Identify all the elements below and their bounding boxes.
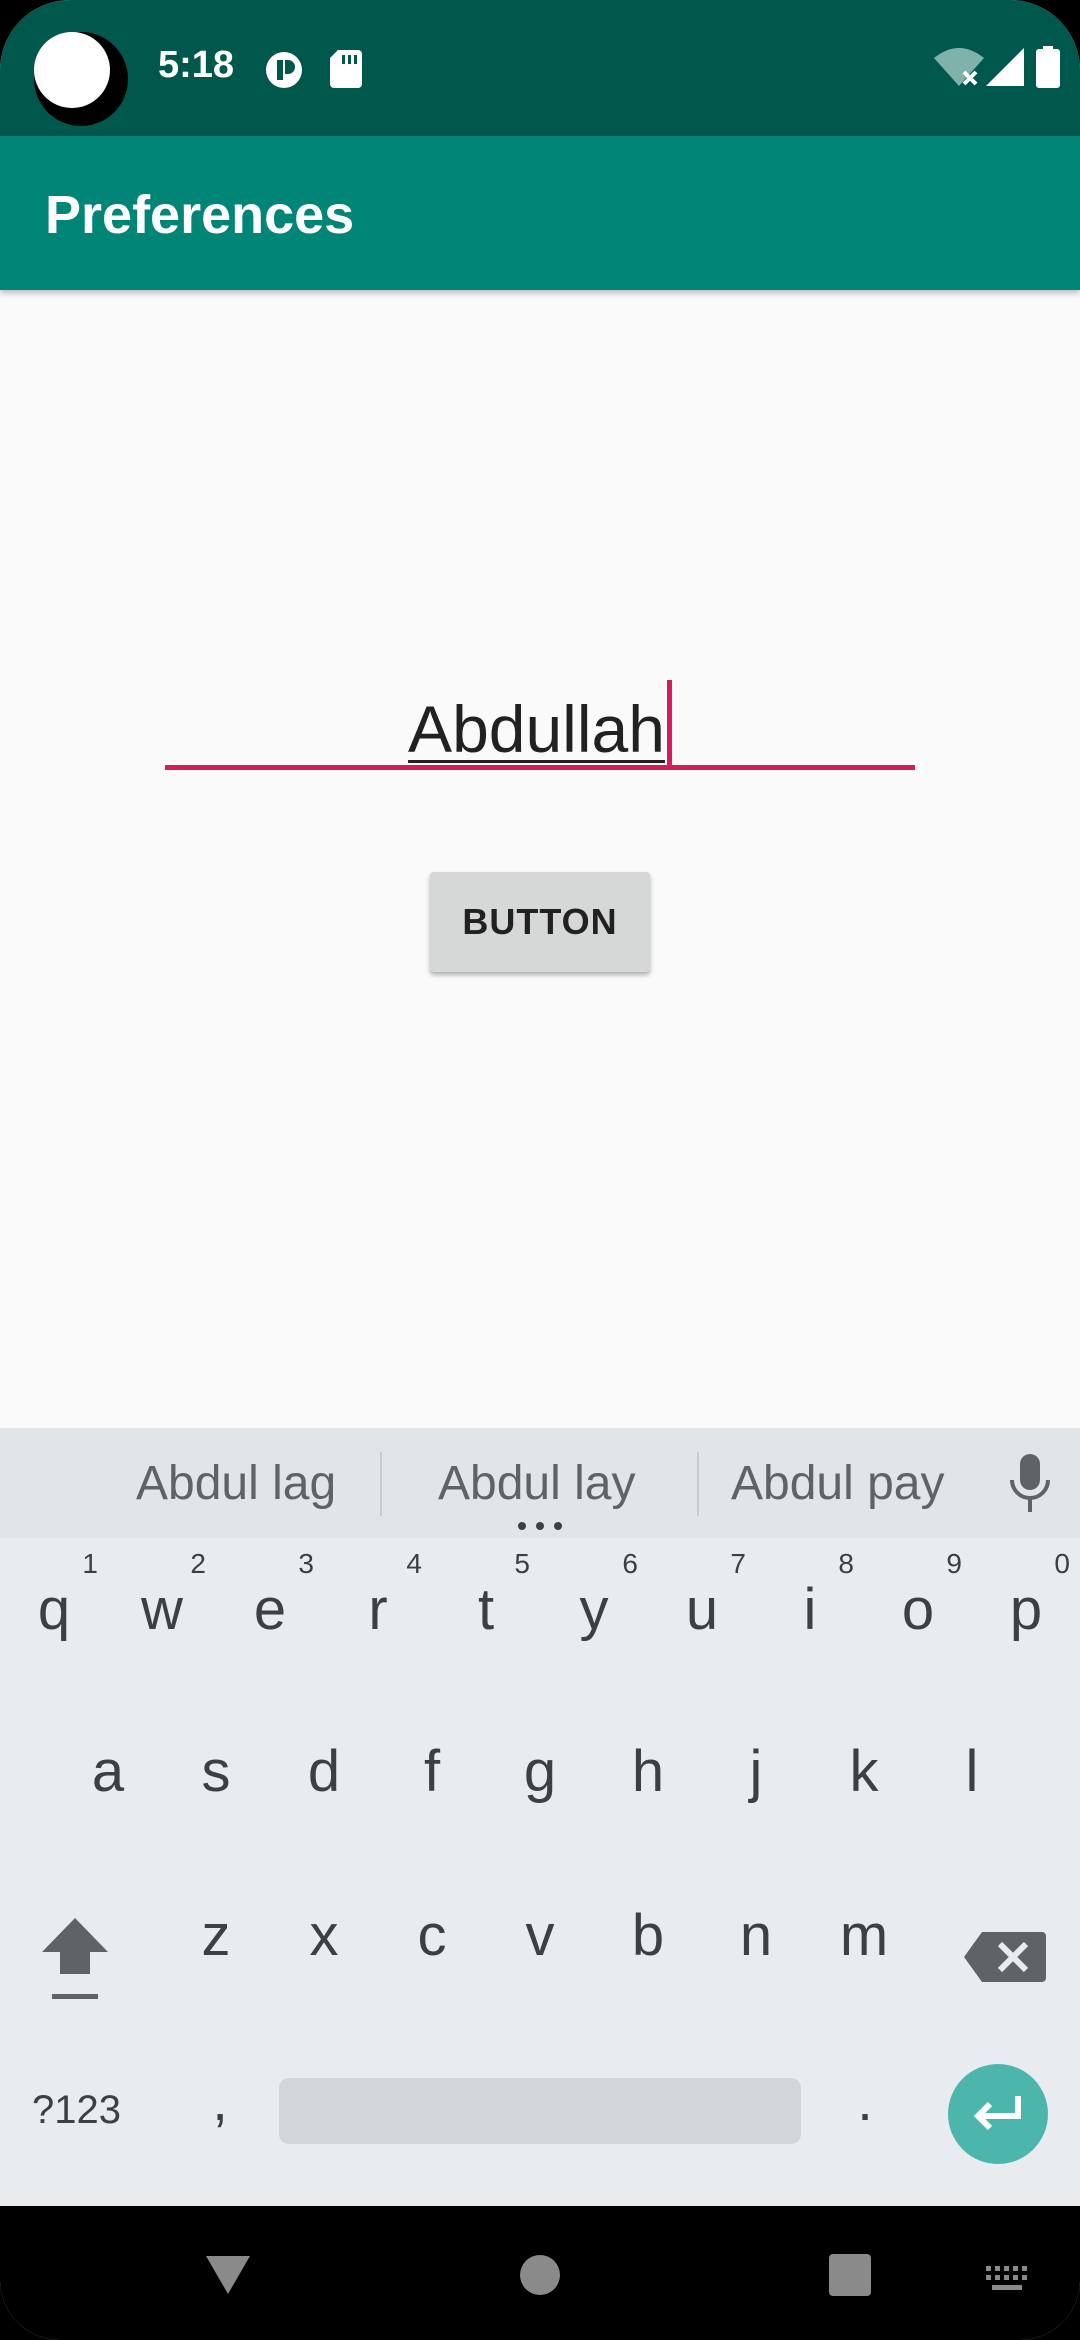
suggestion-item[interactable]: Abdul pay bbox=[731, 1456, 945, 1511]
suggestion-strip: Abdul lag Abdul lay Abdul pay bbox=[0, 1428, 1080, 1538]
microphone-icon[interactable] bbox=[1008, 1454, 1052, 1514]
key-r[interactable]: r4 bbox=[324, 1538, 432, 1688]
suggestion-divider bbox=[697, 1452, 699, 1516]
notification-app-icon bbox=[266, 52, 302, 88]
key-j[interactable]: j bbox=[702, 1700, 810, 1850]
key-y[interactable]: y6 bbox=[540, 1538, 648, 1688]
name-input-text[interactable]: Abdullah bbox=[165, 680, 915, 768]
key-x[interactable]: x bbox=[270, 1864, 378, 2014]
period-key[interactable]: . bbox=[845, 2068, 885, 2133]
key-g[interactable]: g bbox=[486, 1700, 594, 1850]
submit-button[interactable]: BUTTON bbox=[430, 872, 650, 972]
soft-keyboard: Abdul lag Abdul lay Abdul pay q1 w2 e3 r… bbox=[0, 1428, 1080, 2206]
key-v[interactable]: v bbox=[486, 1864, 594, 2014]
navigation-bar bbox=[0, 2206, 1080, 2340]
key-h[interactable]: h bbox=[594, 1700, 702, 1850]
key-e[interactable]: e3 bbox=[216, 1538, 324, 1688]
page-title: Preferences bbox=[45, 185, 355, 245]
wifi-no-internet-icon bbox=[934, 48, 984, 86]
recents-icon[interactable] bbox=[829, 2254, 871, 2296]
key-l[interactable]: l bbox=[918, 1700, 1026, 1850]
key-s[interactable]: s bbox=[162, 1700, 270, 1850]
more-suggestions-icon[interactable] bbox=[518, 1522, 562, 1530]
app-bar: Preferences bbox=[0, 136, 1080, 290]
name-input-value: Abdullah bbox=[408, 692, 665, 766]
suggestion-item[interactable]: Abdul lag bbox=[136, 1456, 336, 1511]
key-a[interactable]: a bbox=[54, 1700, 162, 1850]
key-b[interactable]: b bbox=[594, 1864, 702, 2014]
shift-icon bbox=[42, 1918, 108, 1999]
text-cursor bbox=[666, 680, 672, 768]
key-p[interactable]: p0 bbox=[972, 1538, 1080, 1688]
keyboard-switcher-icon[interactable] bbox=[984, 2264, 1030, 2294]
enter-icon bbox=[973, 2096, 1021, 2131]
symbols-key[interactable]: ?123 bbox=[32, 2088, 121, 2133]
space-bar[interactable] bbox=[279, 2078, 801, 2144]
key-f[interactable]: f bbox=[378, 1700, 486, 1850]
battery-icon bbox=[1036, 46, 1060, 88]
key-k[interactable]: k bbox=[810, 1700, 918, 1850]
key-u[interactable]: u7 bbox=[648, 1538, 756, 1688]
camera-lens bbox=[34, 32, 110, 108]
key-n[interactable]: n bbox=[702, 1864, 810, 2014]
key-o[interactable]: o9 bbox=[864, 1538, 972, 1688]
key-z[interactable]: z bbox=[162, 1864, 270, 2014]
input-underline bbox=[165, 765, 915, 770]
backspace-icon bbox=[964, 1932, 1046, 1982]
enter-key[interactable] bbox=[948, 2064, 1048, 2164]
sd-card-icon bbox=[330, 50, 362, 88]
name-input[interactable]: Abdullah bbox=[165, 670, 915, 770]
key-q[interactable]: q1 bbox=[0, 1538, 108, 1688]
back-icon[interactable] bbox=[204, 2254, 252, 2296]
cell-signal-icon bbox=[986, 48, 1024, 86]
phone-screen: 5:18 Preferences Abdullah BUTTON Abdul l… bbox=[0, 0, 1080, 2340]
key-w[interactable]: w2 bbox=[108, 1538, 216, 1688]
suggestion-item[interactable]: Abdul lay bbox=[438, 1456, 635, 1511]
delete-key[interactable] bbox=[960, 1908, 1050, 2028]
home-icon[interactable] bbox=[519, 2254, 561, 2296]
comma-key[interactable]: , bbox=[200, 2068, 240, 2133]
status-time: 5:18 bbox=[158, 44, 235, 86]
suggestion-divider bbox=[380, 1452, 382, 1516]
key-d[interactable]: d bbox=[270, 1700, 378, 1850]
key-c[interactable]: c bbox=[378, 1864, 486, 2014]
key-m[interactable]: m bbox=[810, 1864, 918, 2014]
key-i[interactable]: i8 bbox=[756, 1538, 864, 1688]
shift-key[interactable] bbox=[30, 1908, 120, 2028]
key-t[interactable]: t5 bbox=[432, 1538, 540, 1688]
status-bar: 5:18 bbox=[0, 0, 1080, 136]
